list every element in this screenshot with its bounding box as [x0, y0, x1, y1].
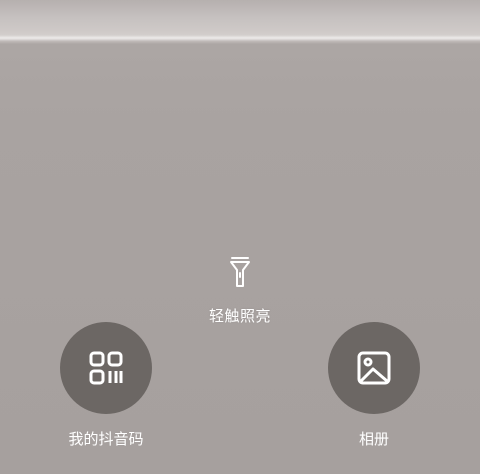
- torch-label: 轻触照亮: [208, 307, 271, 325]
- my-code-button[interactable]: [60, 322, 152, 414]
- album-button[interactable]: [328, 322, 420, 414]
- image-icon: [357, 351, 391, 385]
- my-code-label: 我的抖音码: [68, 430, 144, 448]
- torch-toggle[interactable]: 轻触照亮: [0, 255, 480, 335]
- album-label: 相册: [358, 430, 389, 448]
- qr-scanner-screen: 轻触照亮 我的抖音码 相册: [0, 0, 480, 474]
- flashlight-icon: [230, 257, 250, 287]
- qr-code-icon: [89, 351, 123, 385]
- scan-line: [0, 35, 480, 41]
